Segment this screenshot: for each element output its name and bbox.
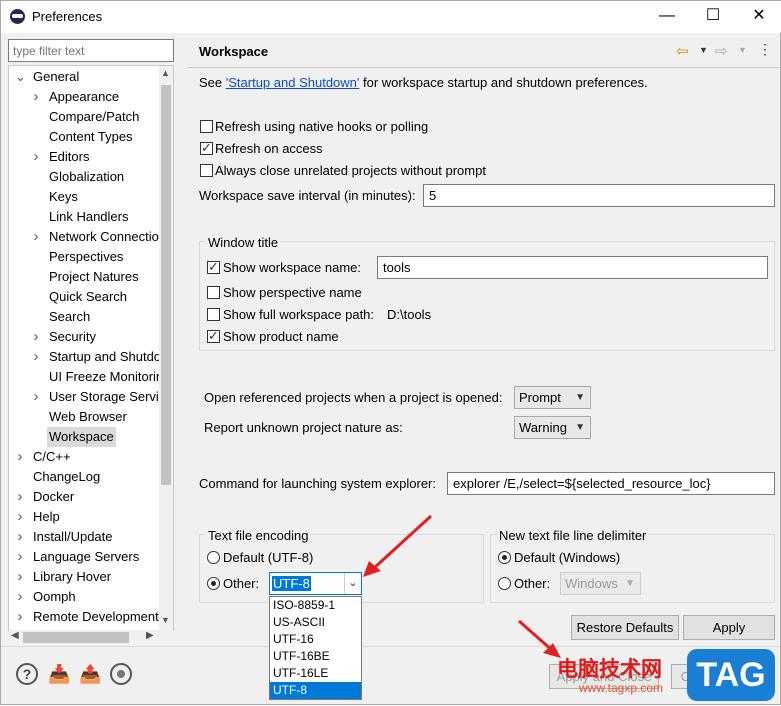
watermark-text: 电脑技术网 — [557, 658, 662, 681]
watermark-url: www.tagxp.com — [579, 681, 664, 695]
annotation-arrow-1 — [371, 514, 433, 571]
annotation-arrows — [363, 514, 561, 658]
watermark-badge: TAG — [687, 649, 775, 701]
preferences-window: Preferences — ☐ ✕ ⌄General›AppearanceCom… — [0, 0, 781, 705]
annotation-arrow-2 — [518, 619, 554, 653]
